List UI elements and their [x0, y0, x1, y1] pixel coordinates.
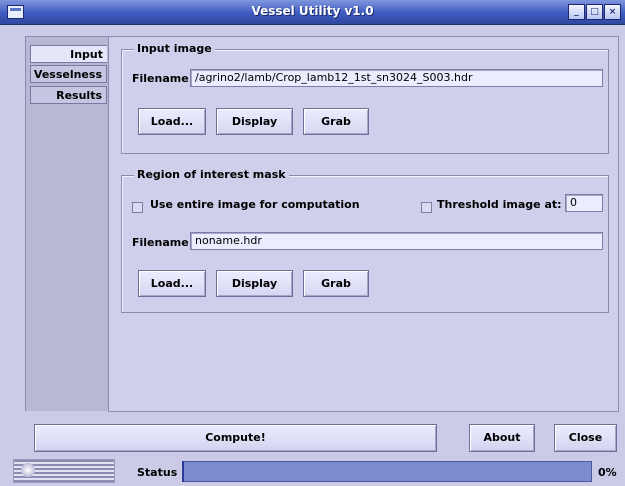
threshold-label: Threshold image at: [437, 198, 562, 211]
input-filename-label: Filename: [132, 72, 194, 85]
close-window-icon[interactable]: × [604, 4, 621, 20]
tab-input[interactable]: Input [30, 45, 107, 63]
use-entire-image-checkbox[interactable] [132, 202, 143, 213]
progress-percent: 0% [598, 466, 617, 479]
minimize-icon[interactable]: _ [568, 4, 585, 20]
use-entire-image-label: Use entire image for computation [150, 198, 360, 211]
close-button[interactable]: Close [554, 424, 617, 452]
threshold-checkbox[interactable] [421, 202, 432, 213]
threshold-value-field[interactable]: 0 [565, 194, 603, 212]
progress-fill [182, 461, 184, 482]
status-label: Status [137, 466, 178, 479]
input-display-button[interactable]: Display [216, 108, 293, 135]
progress-bar [182, 461, 592, 482]
roi-mask-group: Region of interest mask Use entire image… [121, 168, 609, 313]
input-grab-button[interactable]: Grab [303, 108, 369, 135]
roi-load-button[interactable]: Load... [138, 270, 206, 297]
compute-button[interactable]: Compute! [34, 424, 437, 452]
input-image-group: Input image Filename: /agrino2/lamb/Crop… [121, 42, 609, 154]
tab-vesselness[interactable]: Vesselness [30, 65, 107, 83]
grip-dot-icon [21, 463, 35, 477]
about-button[interactable]: About [469, 424, 535, 452]
vessel-utility-window: Vessel Utility v1.0 _ □ × Input Vesselne… [0, 0, 625, 486]
input-filename-field[interactable]: /agrino2/lamb/Crop_lamb12_1st_sn3024_S00… [190, 69, 603, 87]
input-load-button[interactable]: Load... [138, 108, 206, 135]
tab-results[interactable]: Results [30, 86, 107, 104]
roi-mask-legend: Region of interest mask [134, 168, 289, 182]
input-tab-content: Input image Filename: /agrino2/lamb/Crop… [108, 36, 619, 412]
window-title: Vessel Utility v1.0 [251, 4, 374, 18]
roi-grab-button[interactable]: Grab [303, 270, 369, 297]
roi-filename-label: Filename: [132, 236, 194, 249]
input-image-legend: Input image [134, 42, 215, 56]
maximize-icon[interactable]: □ [586, 4, 603, 20]
roi-filename-field[interactable]: noname.hdr [190, 232, 603, 250]
roi-display-button[interactable]: Display [216, 270, 293, 297]
title-bar[interactable]: Vessel Utility v1.0 _ □ × [0, 0, 625, 25]
side-tab-panel: Input Vesselness Results [25, 36, 109, 411]
